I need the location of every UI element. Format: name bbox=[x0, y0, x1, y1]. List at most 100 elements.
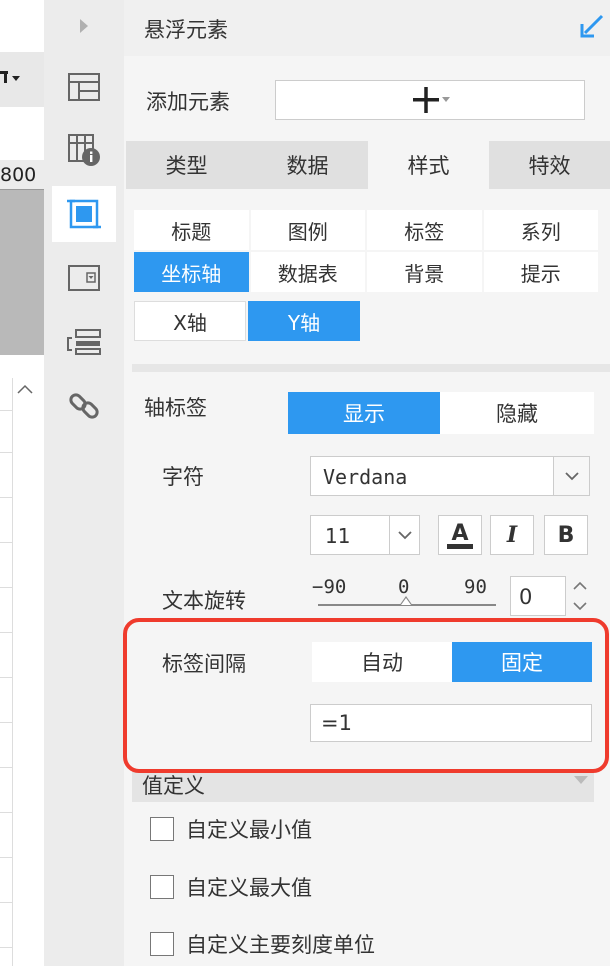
scroll-up-icon[interactable] bbox=[17, 384, 33, 394]
rotation-slider[interactable]: −90 0 90 bbox=[312, 576, 500, 616]
rotation-input[interactable]: 0 bbox=[510, 576, 566, 616]
rotation-label: 文本旋转 bbox=[162, 589, 246, 613]
style-sub-tabs: 标题 图例 标签 系列 坐标轴 数据表 背景 提示 bbox=[134, 210, 598, 292]
collapse-arrow-icon[interactable] bbox=[578, 12, 606, 40]
stepper-down-icon[interactable] bbox=[568, 596, 592, 616]
interval-value-input[interactable]: =1 bbox=[310, 704, 592, 742]
rotation-stepper[interactable] bbox=[568, 576, 592, 616]
subtab-series[interactable]: 系列 bbox=[483, 210, 598, 250]
subtab-axis[interactable]: 坐标轴 bbox=[134, 252, 249, 292]
custom-major-unit-label: 自定义主要刻度单位 bbox=[186, 933, 375, 957]
canvas-toolbar bbox=[0, 52, 44, 107]
dropdown-widget-icon bbox=[68, 265, 100, 291]
panel-title: 悬浮元素 bbox=[144, 18, 228, 42]
chevron-down-icon bbox=[389, 516, 419, 554]
subtab-legend[interactable]: 图例 bbox=[250, 210, 365, 250]
checkbox[interactable] bbox=[150, 875, 174, 899]
sidebar-item-list[interactable] bbox=[52, 314, 116, 370]
custom-max-label: 自定义最大值 bbox=[186, 876, 312, 900]
grid-line bbox=[0, 902, 12, 903]
custom-values-header[interactable]: 值定义 bbox=[132, 770, 594, 802]
subtab-background[interactable]: 背景 bbox=[367, 252, 482, 292]
interval-value: =1 bbox=[321, 711, 352, 735]
stepper-up-icon[interactable] bbox=[568, 576, 592, 596]
sidebar-item-dropdown[interactable] bbox=[52, 250, 116, 306]
font-size-value: 11 bbox=[325, 524, 351, 548]
bold-icon: B bbox=[557, 522, 575, 548]
subtab-data-table[interactable]: 数据表 bbox=[250, 252, 365, 292]
list-stack-icon bbox=[67, 329, 101, 355]
canvas-chart-preview bbox=[0, 190, 44, 355]
grid-line bbox=[0, 812, 12, 813]
bold-button[interactable]: B bbox=[544, 515, 588, 555]
tab-effects[interactable]: 特效 bbox=[489, 141, 610, 189]
interval-fixed-option[interactable]: 固定 bbox=[452, 642, 592, 682]
font-color-icon: A bbox=[447, 521, 473, 549]
add-element-button[interactable] bbox=[275, 80, 585, 120]
grid-line bbox=[0, 587, 12, 588]
canvas-area: 800 bbox=[0, 0, 44, 966]
grid-line bbox=[0, 767, 12, 768]
rotation-tick-min: −90 bbox=[312, 576, 347, 598]
add-element-label: 添加元素 bbox=[146, 90, 230, 114]
collapse-button[interactable] bbox=[72, 8, 96, 44]
chevron-down-icon bbox=[553, 457, 589, 495]
custom-max-option[interactable]: 自定义最大值 bbox=[150, 872, 312, 902]
section-divider bbox=[132, 364, 610, 372]
interval-auto-option[interactable]: 自动 bbox=[312, 642, 452, 682]
sidebar-item-table-info[interactable] bbox=[52, 122, 116, 178]
rotation-tick-mid: 0 bbox=[398, 576, 410, 598]
tab-type[interactable]: 类型 bbox=[126, 141, 247, 189]
grid-line bbox=[0, 542, 12, 543]
table-info-icon bbox=[68, 134, 100, 166]
sidebar-item-frame[interactable] bbox=[52, 186, 116, 242]
canvas-scrollbar[interactable] bbox=[12, 378, 44, 966]
checkbox[interactable] bbox=[150, 817, 174, 841]
axis-label-hide-option[interactable]: 隐藏 bbox=[440, 392, 594, 434]
grid-line bbox=[0, 632, 12, 633]
grid-line bbox=[0, 497, 12, 498]
subtab-title[interactable]: 标题 bbox=[134, 210, 249, 250]
grid-line bbox=[0, 722, 12, 723]
axis-label-show-option[interactable]: 显示 bbox=[288, 392, 440, 434]
format-dropdown-icon[interactable] bbox=[0, 68, 26, 88]
layout-grid-icon bbox=[68, 73, 100, 101]
grid-line bbox=[0, 452, 12, 453]
subtab-tooltip[interactable]: 提示 bbox=[483, 252, 598, 292]
frame-select-icon bbox=[67, 199, 101, 229]
font-family-select[interactable]: Verdana bbox=[310, 456, 590, 496]
custom-min-label: 自定义最小值 bbox=[186, 818, 312, 842]
font-family-value: Verdana bbox=[323, 465, 408, 489]
sidebar-item-layout[interactable] bbox=[52, 60, 116, 116]
checkbox[interactable] bbox=[150, 932, 174, 956]
font-size-select[interactable]: 11 bbox=[310, 515, 420, 555]
floating-element-panel: 悬浮元素 添加元素 类型 数据 样式 特效 标题 图例 标签 系列 坐标轴 数据… bbox=[124, 0, 610, 966]
font-label: 字符 bbox=[162, 465, 204, 489]
plus-dropdown-icon bbox=[413, 87, 450, 113]
tab-y-axis[interactable]: Y轴 bbox=[248, 301, 360, 341]
grid-line bbox=[0, 677, 12, 678]
sidebar-item-link[interactable] bbox=[52, 378, 116, 434]
label-interval-toggle: 自动 固定 bbox=[312, 642, 592, 682]
main-tabs: 类型 数据 样式 特效 bbox=[126, 141, 610, 189]
tab-x-axis[interactable]: X轴 bbox=[134, 301, 246, 341]
link-icon bbox=[69, 393, 99, 419]
grid-line bbox=[0, 947, 12, 948]
custom-major-unit-option[interactable]: 自定义主要刻度单位 bbox=[150, 929, 375, 959]
italic-button[interactable]: I bbox=[490, 515, 534, 555]
icon-sidebar bbox=[44, 0, 124, 966]
subtab-label[interactable]: 标签 bbox=[367, 210, 482, 250]
slider-thumb[interactable] bbox=[399, 596, 413, 606]
panel-header: 悬浮元素 bbox=[124, 0, 610, 56]
axis-label-toggle: 显示 隐藏 bbox=[288, 392, 594, 434]
chevron-right-icon bbox=[80, 19, 88, 33]
rotation-value: 0 bbox=[519, 585, 533, 609]
italic-icon: I bbox=[506, 522, 518, 548]
custom-values-title: 值定义 bbox=[142, 774, 205, 798]
tab-data[interactable]: 数据 bbox=[247, 141, 368, 189]
font-color-button[interactable]: A bbox=[438, 515, 482, 555]
svg-text:A: A bbox=[451, 521, 468, 546]
grid-line bbox=[0, 857, 12, 858]
custom-min-option[interactable]: 自定义最小值 bbox=[150, 814, 312, 844]
tab-style[interactable]: 样式 bbox=[368, 141, 489, 189]
